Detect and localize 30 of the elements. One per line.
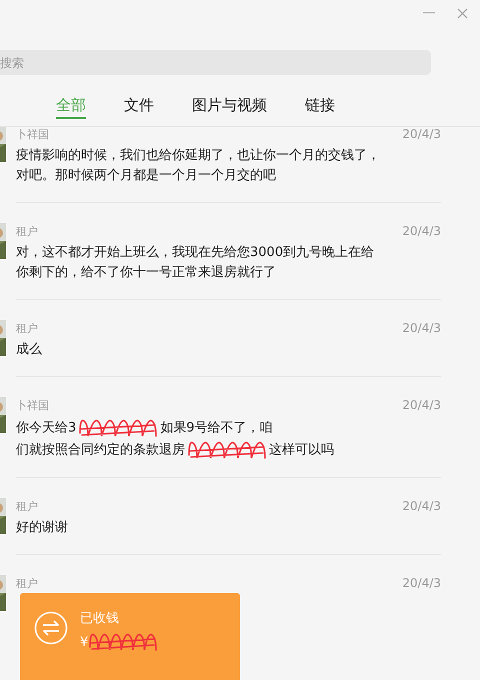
message-date: 20/4/3 bbox=[402, 321, 441, 335]
sender-name: 卜祥国 bbox=[16, 398, 49, 412]
sender-name: 租户 bbox=[16, 320, 38, 336]
scribble-drawing bbox=[88, 631, 158, 653]
sender-name: 租户 bbox=[16, 224, 38, 238]
message-text: 好的谢谢 bbox=[16, 520, 68, 535]
close-icon[interactable] bbox=[457, 8, 468, 18]
message-text: 们就按照合同约定的条款退房 bbox=[16, 442, 185, 458]
message-text: 成么 bbox=[16, 342, 42, 357]
message-text: 你今天给3 bbox=[16, 420, 76, 436]
message-text: 对，这不都才开始上班么，我现在先给您3000到九号晚上在给你剩下的，给不了你十一号正常来退房就行了 bbox=[16, 245, 374, 280]
transfer-icon bbox=[34, 611, 68, 645]
message-date: 20/4/3 bbox=[402, 127, 441, 141]
tab[interactable]: 文件 bbox=[124, 97, 154, 119]
sender-name: 卜祥国 bbox=[16, 127, 49, 142]
message-text: 这样可以吗 bbox=[269, 442, 334, 458]
transfer-status: 已收钱 bbox=[80, 610, 120, 627]
tab[interactable]: 链接 bbox=[305, 97, 335, 119]
message-date: 20/4/3 bbox=[402, 224, 441, 238]
sender-name: 租户 bbox=[16, 498, 38, 514]
message-date: 20/4/3 bbox=[402, 499, 441, 513]
message-text: 疫情影响的时候，我们也给你延期了，也让你一个月的交钱了，对吧。那时候两个月都是一个月一个月交的吧 bbox=[16, 148, 380, 183]
tab[interactable]: 图片与视频 bbox=[192, 97, 267, 119]
message-text: 如果9号给不了，咱 bbox=[160, 420, 273, 436]
sender-name: 租户 bbox=[16, 576, 38, 590]
minimize-icon[interactable] bbox=[423, 12, 435, 14]
transfer-amount: ¥ bbox=[80, 634, 88, 650]
message-date: 20/4/3 bbox=[402, 576, 441, 590]
search-field[interactable]: 搜索 bbox=[0, 50, 431, 75]
message-date: 20/4/3 bbox=[402, 398, 441, 412]
